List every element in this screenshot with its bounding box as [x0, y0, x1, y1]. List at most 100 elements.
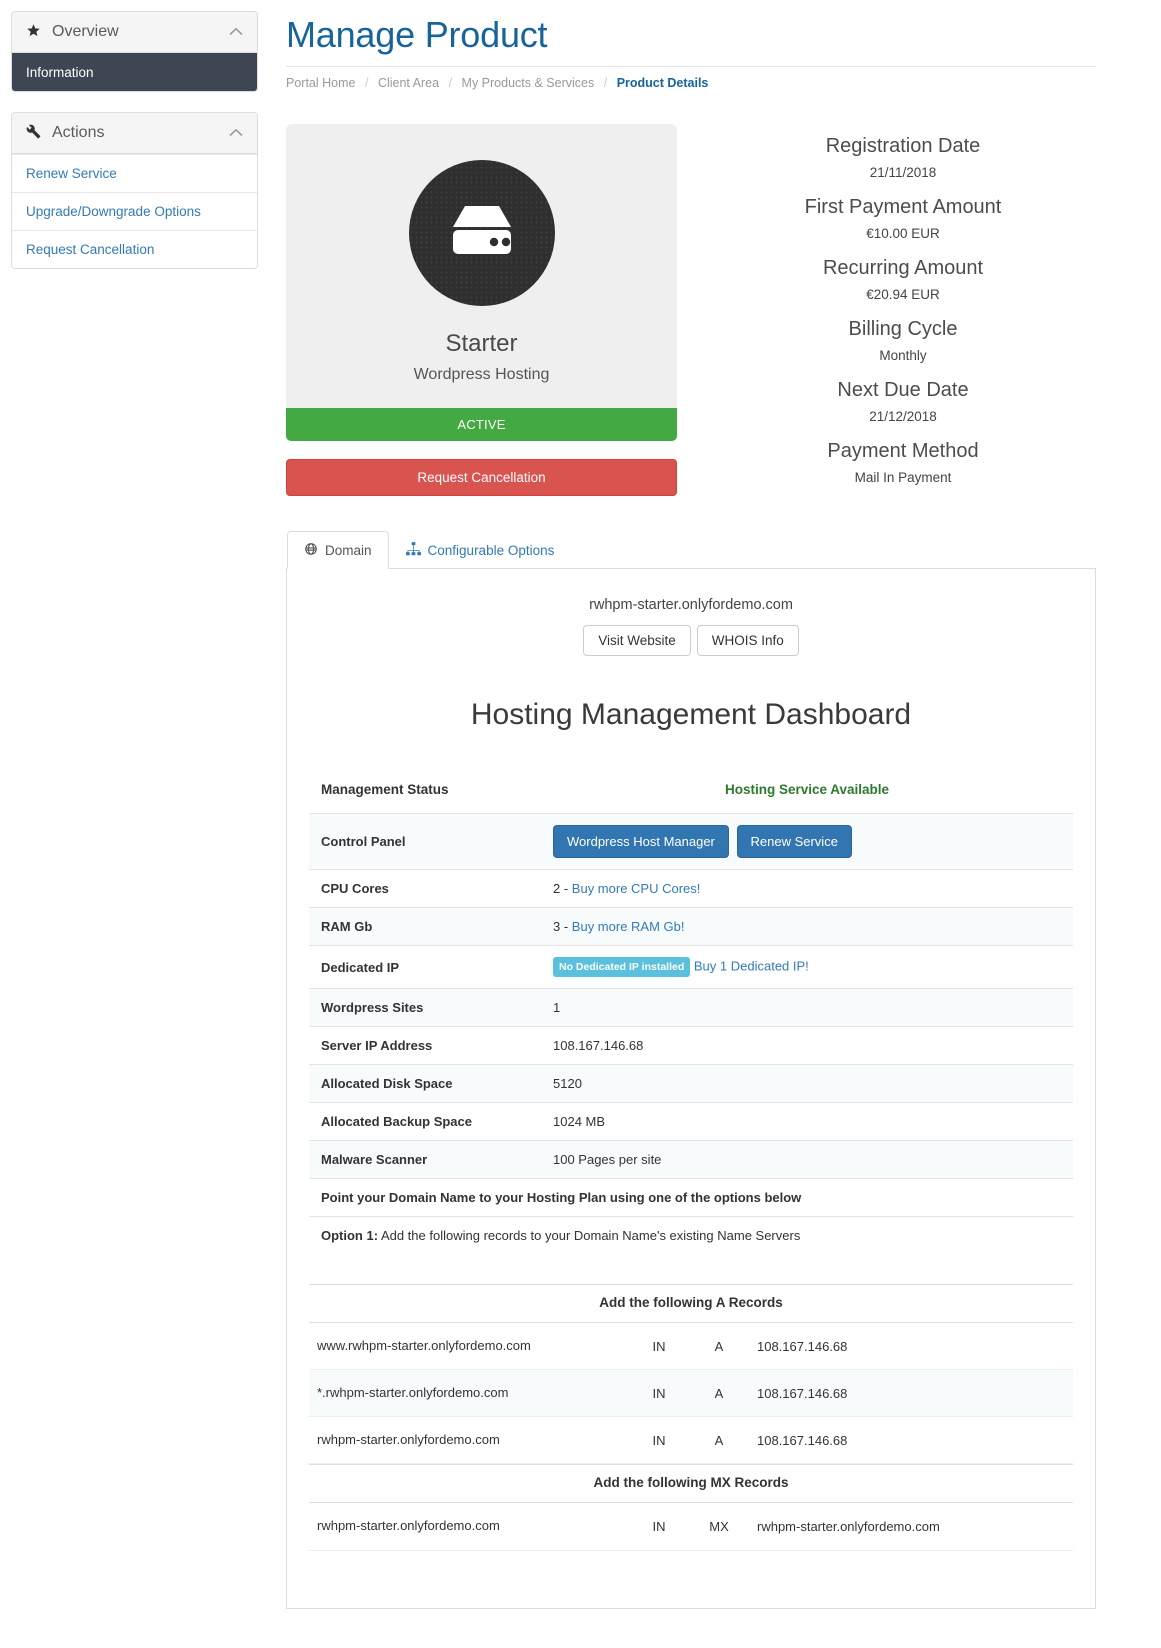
- tab-domain[interactable]: Domain: [287, 531, 389, 569]
- actions-panel-title: Actions: [52, 124, 105, 141]
- tab-list: Domain Configurable Options: [286, 531, 1096, 569]
- table-row: rwhpm-starter.onlyfordemo.com IN MX rwhp…: [309, 1502, 1073, 1551]
- ram-gb-value: 3 -: [553, 919, 572, 934]
- whois-info-button[interactable]: WHOIS Info: [696, 625, 799, 656]
- product-tabs: Domain Configurable Options rwhpm-starte…: [286, 531, 1096, 1609]
- visit-website-button[interactable]: Visit Website: [583, 625, 691, 656]
- table-row: CPU Cores 2 - Buy more CPU Cores!: [309, 869, 1073, 908]
- star-icon: [26, 23, 44, 41]
- row-value: 1024 MB: [541, 1102, 1073, 1141]
- point-domain-note: Point your Domain Name to your Hosting P…: [309, 1178, 1073, 1217]
- row-value: No Dedicated IP installed Buy 1 Dedicate…: [541, 945, 1073, 989]
- wrench-icon: [26, 124, 44, 142]
- a-records-head: Add the following A Records: [309, 1284, 1073, 1323]
- breadcrumb-product-details: Product Details: [616, 76, 709, 90]
- page-title: Manage Product: [286, 14, 548, 55]
- detail-value: €20.94 EUR: [866, 287, 940, 302]
- sidebar-item-information[interactable]: Information: [12, 53, 257, 91]
- sidebar-item-renew-service[interactable]: Renew Service: [12, 154, 257, 192]
- detail-payment-method: Payment Method Mail In Payment: [710, 439, 1096, 485]
- management-table-body: Control Panel Wordpress Host Manager Ren…: [309, 813, 1073, 1254]
- status-badge: ACTIVE: [286, 408, 677, 441]
- tab-configurable-options[interactable]: Configurable Options: [389, 531, 572, 569]
- record-class: IN: [629, 1369, 689, 1418]
- breadcrumb-separator: /: [448, 76, 453, 90]
- product-group: Wordpress Hosting: [413, 366, 550, 383]
- buy-dedicated-ip-link[interactable]: Buy 1 Dedicated IP!: [694, 958, 809, 973]
- tab-label: Domain: [325, 543, 372, 558]
- globe-icon: [304, 542, 318, 559]
- row-value: Wordpress Host Manager Renew Service: [541, 813, 1073, 870]
- product-card: Starter Wordpress Hosting ACTIVE Request…: [286, 124, 677, 496]
- record-host: rwhpm-starter.onlyfordemo.com: [309, 1502, 629, 1551]
- record-host: *.rwhpm-starter.onlyfordemo.com: [309, 1369, 629, 1418]
- detail-value: 21/11/2018: [869, 165, 937, 180]
- renew-service-button[interactable]: Renew Service: [736, 825, 852, 858]
- main-content: Manage Product Portal Home / Client Area…: [286, 0, 1096, 1609]
- row-key: CPU Cores: [309, 869, 541, 908]
- record-class: IN: [629, 1416, 689, 1465]
- row-key: Malware Scanner: [309, 1140, 541, 1179]
- record-class: IN: [629, 1502, 689, 1551]
- row-key: Dedicated IP: [309, 945, 541, 989]
- detail-recurring-amount: Recurring Amount €20.94 EUR: [710, 256, 1096, 302]
- record-class: IN: [629, 1322, 689, 1371]
- row-value: 108.167.146.68: [541, 1026, 1073, 1065]
- row-key: Server IP Address: [309, 1026, 541, 1065]
- a-records-table: Add the following A Records www.rwhpm-st…: [309, 1284, 1073, 1465]
- breadcrumb: Portal Home / Client Area / My Products …: [286, 66, 1096, 90]
- row-key: Allocated Disk Space: [309, 1064, 541, 1103]
- table-row: Dedicated IP No Dedicated IP installed B…: [309, 945, 1073, 989]
- sidebar-item-request-cancellation[interactable]: Request Cancellation: [12, 230, 257, 268]
- option1-description: Add the following records to your Domain…: [378, 1228, 801, 1243]
- breadcrumb-my-products-services[interactable]: My Products & Services: [462, 76, 595, 90]
- table-row: Malware Scanner 100 Pages per site: [309, 1140, 1073, 1179]
- row-value: 1: [541, 988, 1073, 1027]
- breadcrumb-separator: /: [364, 76, 369, 90]
- domain-name: rwhpm-starter.onlyfordemo.com: [589, 597, 793, 613]
- mx-records-table: Add the following MX Records rwhpm-start…: [309, 1464, 1073, 1551]
- breadcrumb-client-area[interactable]: Client Area: [378, 76, 439, 90]
- mx-records-body: rwhpm-starter.onlyfordemo.com IN MX rwhp…: [309, 1502, 1073, 1551]
- detail-value: Monthly: [879, 348, 927, 363]
- column-hosting-service-available: Hosting Service Available: [724, 782, 890, 797]
- wordpress-host-manager-button[interactable]: Wordpress Host Manager: [553, 825, 729, 858]
- detail-registration-date: Registration Date 21/11/2018: [710, 134, 1096, 180]
- detail-label: Recurring Amount: [822, 257, 984, 279]
- detail-billing-cycle: Billing Cycle Monthly: [710, 317, 1096, 363]
- tab-label: Configurable Options: [427, 543, 555, 558]
- breadcrumb-portal-home[interactable]: Portal Home: [286, 76, 355, 90]
- mx-records-head: Add the following MX Records: [309, 1464, 1073, 1504]
- product-details-list: Registration Date 21/11/2018 First Payme…: [710, 124, 1096, 500]
- overview-panel-title: Overview: [52, 23, 119, 40]
- sidebar: Overview Information Actions Renew Servi…: [11, 11, 258, 289]
- table-row: Control Panel Wordpress Host Manager Ren…: [309, 813, 1073, 870]
- table-row: *.rwhpm-starter.onlyfordemo.com IN A 108…: [309, 1369, 1073, 1418]
- sidebar-item-upgrade-downgrade[interactable]: Upgrade/Downgrade Options: [12, 192, 257, 230]
- dashboard-title: Hosting Management Dashboard: [470, 698, 912, 731]
- chevron-up-icon[interactable]: [229, 24, 243, 39]
- request-cancellation-button[interactable]: Request Cancellation: [286, 459, 677, 496]
- option1-text: Option 1: Add the following records to y…: [309, 1216, 1073, 1254]
- actions-panel-header[interactable]: Actions: [12, 113, 257, 154]
- a-records-body: www.rwhpm-starter.onlyfordemo.com IN A 1…: [309, 1322, 1073, 1465]
- row-key: Allocated Backup Space: [309, 1102, 541, 1141]
- detail-next-due-date: Next Due Date 21/12/2018: [710, 378, 1096, 424]
- breadcrumb-separator: /: [603, 76, 608, 90]
- buy-more-ram-link[interactable]: Buy more RAM Gb!: [572, 919, 685, 934]
- table-row: Allocated Disk Space 5120: [309, 1064, 1073, 1103]
- management-table: Management Status Hosting Service Availa…: [309, 772, 1073, 1254]
- record-type: A: [689, 1416, 749, 1465]
- buy-more-cpu-cores-link[interactable]: Buy more CPU Cores!: [572, 881, 701, 896]
- product-name: Starter: [445, 330, 518, 357]
- chevron-up-icon[interactable]: [229, 125, 243, 140]
- a-records-title: Add the following A Records: [309, 1284, 1073, 1323]
- record-target: rwhpm-starter.onlyfordemo.com: [749, 1502, 1073, 1551]
- row-value: 5120: [541, 1064, 1073, 1103]
- cpu-cores-value: 2 -: [553, 881, 572, 896]
- record-host: www.rwhpm-starter.onlyfordemo.com: [309, 1322, 629, 1371]
- overview-panel-header[interactable]: Overview: [12, 12, 257, 53]
- table-row: Allocated Backup Space 1024 MB: [309, 1102, 1073, 1141]
- server-icon: [408, 160, 555, 306]
- overview-panel: Overview Information: [11, 11, 258, 92]
